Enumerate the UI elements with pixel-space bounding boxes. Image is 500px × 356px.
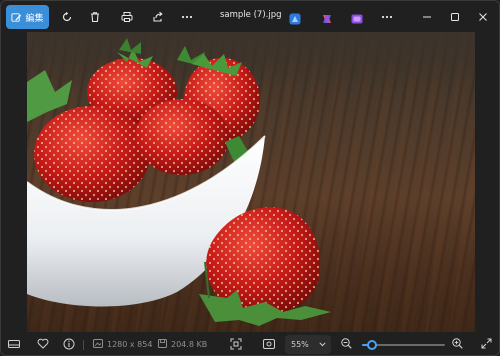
strawberry	[34, 106, 150, 202]
trash-icon	[89, 11, 101, 23]
rotate-icon	[61, 11, 73, 23]
photos-app-window: 編集 sample (7).jpg 1280 x 854 204.8 KB 55…	[0, 0, 500, 356]
clipchamp-button[interactable]	[351, 10, 363, 24]
fit-icon	[230, 338, 242, 352]
divider	[83, 340, 84, 350]
share-button[interactable]	[149, 5, 167, 29]
edit-button-label: 編集	[25, 13, 44, 24]
share-icon	[152, 11, 164, 23]
file-size-text: 204.8 KB	[171, 340, 208, 349]
filmstrip-icon	[8, 339, 20, 351]
image-dimensions: 1280 x 854	[93, 332, 153, 355]
printer-icon	[121, 11, 133, 23]
dimensions-text: 1280 x 854	[107, 340, 153, 349]
edit-button[interactable]: 編集	[6, 5, 49, 29]
more-options-button[interactable]	[178, 5, 196, 29]
zoom-value: 55%	[291, 340, 309, 349]
chevron-down-icon	[319, 340, 326, 349]
maximize-icon	[450, 12, 460, 22]
actual-size-button[interactable]	[263, 332, 275, 355]
close-icon	[478, 12, 488, 22]
minimize-button[interactable]	[418, 5, 436, 29]
filmstrip-button[interactable]	[8, 332, 20, 355]
expand-icon	[481, 338, 492, 351]
delete-button[interactable]	[86, 5, 104, 29]
zoom-dropdown[interactable]: 55%	[285, 335, 331, 354]
edit-image-icon	[11, 12, 22, 23]
minimize-icon	[422, 12, 432, 22]
zoom-in-icon	[452, 338, 463, 351]
top-toolbar: 編集 sample (7).jpg	[1, 1, 499, 32]
more-icon	[381, 15, 393, 19]
print-button[interactable]	[118, 5, 136, 29]
heart-icon	[37, 338, 49, 351]
status-bar: 1280 x 854 204.8 KB 55%	[1, 332, 499, 355]
copilot-icon	[321, 10, 333, 29]
more-apps-button[interactable]	[378, 5, 396, 29]
zoom-slider[interactable]	[362, 340, 445, 350]
more-icon	[181, 15, 193, 19]
file-title: sample (7).jpg	[220, 10, 282, 20]
edit-in-designer-button[interactable]	[289, 10, 301, 25]
maximize-button[interactable]	[446, 5, 464, 29]
info-icon	[63, 338, 75, 352]
close-button[interactable]	[474, 5, 492, 29]
dimensions-icon	[93, 339, 103, 350]
zoom-out-button[interactable]	[341, 332, 352, 355]
clipchamp-icon	[351, 10, 363, 29]
full-screen-button[interactable]	[481, 332, 492, 355]
file-info-button[interactable]	[63, 332, 75, 355]
zoom-out-icon	[341, 338, 352, 351]
photo-viewport[interactable]	[27, 32, 475, 332]
image-frame-icon	[263, 338, 275, 351]
designer-icon	[289, 10, 301, 29]
copilot-button[interactable]	[321, 10, 333, 23]
rotate-button[interactable]	[58, 5, 76, 29]
disk-icon	[158, 339, 167, 350]
fit-to-window-button[interactable]	[230, 332, 242, 355]
favorite-button[interactable]	[37, 332, 49, 355]
zoom-in-button[interactable]	[452, 332, 463, 355]
photo-image	[27, 38, 331, 326]
zoom-slider-thumb[interactable]	[367, 340, 377, 350]
file-size: 204.8 KB	[158, 332, 208, 355]
